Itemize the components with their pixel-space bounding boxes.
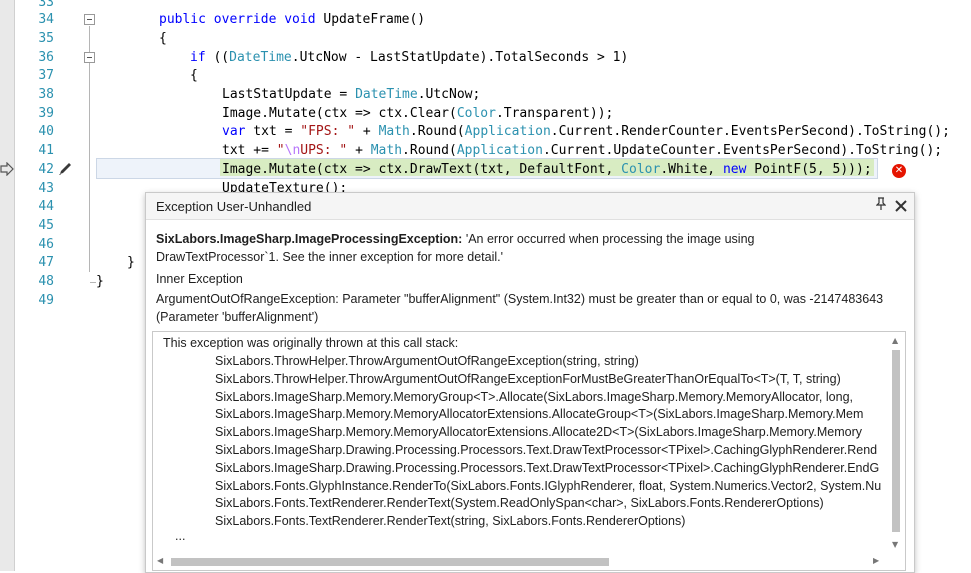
code-text: .Round( <box>402 143 457 158</box>
code-text: .UtcNow; <box>417 87 481 102</box>
code-line[interactable]: { <box>190 66 971 85</box>
line-number: 37 <box>38 68 54 83</box>
code-line-current[interactable]: Image.Mutate(ctx => ctx.DrawText(txt, De… <box>222 160 971 179</box>
code-string: "FPS: " <box>300 124 356 139</box>
code-type: Application <box>464 124 551 139</box>
code-type: DateTime <box>355 87 418 102</box>
call-stack-box[interactable]: This exception was originally thrown at … <box>152 331 906 571</box>
code-text: UpdateFrame() <box>315 12 426 27</box>
line-number: 49 <box>38 293 54 308</box>
stack-frame: SixLabors.ThrowHelper.ThrowArgumentOutOf… <box>215 354 639 368</box>
code-line[interactable]: var txt = "FPS: " + Math.Round(Applicati… <box>222 122 971 141</box>
scroll-up-arrow-icon[interactable]: ▲ <box>892 336 898 345</box>
close-icon[interactable] <box>894 195 908 217</box>
stack-frame: SixLabors.Fonts.GlyphInstance.RenderTo(S… <box>215 478 882 493</box>
indicator-margin <box>0 0 14 571</box>
code-keyword: var <box>222 124 246 139</box>
scroll-right-arrow-icon[interactable]: ▶ <box>873 556 879 565</box>
code-text: .Current.RenderCounter.EventsPerSecond).… <box>550 124 950 139</box>
stack-ellipsis: ... <box>175 529 186 543</box>
code-text: PointF(5, 5))); <box>746 162 872 177</box>
scroll-down-arrow-icon[interactable]: ▼ <box>892 540 898 549</box>
code-text: Image.Mutate(ctx => ctx.DrawText(txt, De… <box>222 162 622 177</box>
code-text: .Transparent)); <box>495 106 614 121</box>
code-type: Math <box>370 143 403 158</box>
code-line[interactable]: public override void UpdateFrame() <box>159 10 971 29</box>
line-number: 39 <box>38 106 54 121</box>
popup-header: Exception User-Unhandled <box>146 193 914 220</box>
exception-type: SixLabors.ImageSharp.ImageProcessingExce… <box>156 232 463 246</box>
stack-frame: SixLabors.ImageSharp.Drawing.Processing.… <box>215 460 880 475</box>
code-text: txt = <box>245 124 301 139</box>
code-string: UPS: " <box>300 143 348 158</box>
code-text: (( <box>205 50 230 65</box>
popup-title: Exception User-Unhandled <box>156 199 312 214</box>
call-stack-list: SixLabors.ThrowHelper.ThrowArgumentOutOf… <box>215 353 895 531</box>
code-keyword: public override void <box>159 12 316 27</box>
pin-icon[interactable] <box>875 197 887 214</box>
inner-exception-message: ArgumentOutOfRangeException: Parameter "… <box>156 292 884 324</box>
error-icon[interactable]: ✕ <box>892 164 906 178</box>
line-number: 48 <box>38 274 54 289</box>
stack-frame: SixLabors.ImageSharp.Memory.MemoryAlloca… <box>215 407 864 422</box>
code-text: .Round( <box>409 124 465 139</box>
collapse-toggle[interactable] <box>84 52 95 63</box>
code-line[interactable]: if ((DateTime.UtcNow - LastStatUpdate).T… <box>190 48 971 67</box>
line-number: 46 <box>38 237 54 252</box>
code-text: + <box>355 124 379 139</box>
code-type: Color <box>456 106 496 121</box>
code-text: .Mutate(ctx => ctx.Clear( <box>261 106 457 121</box>
line-number: 41 <box>38 143 54 158</box>
exception-helper-popup: Exception User-Unhandled SixLabors.Image… <box>145 192 915 573</box>
horizontal-scroll-thumb[interactable] <box>171 558 609 566</box>
margin-separator <box>14 0 15 571</box>
collapse-toggle[interactable] <box>84 14 95 25</box>
code-type: DateTime <box>229 50 292 65</box>
line-number: 40 <box>38 124 54 139</box>
line-number: 44 <box>38 199 54 214</box>
code-keyword: new <box>722 162 747 177</box>
code-text: .White, <box>660 162 723 177</box>
line-number: 36 <box>38 50 54 65</box>
inner-exception-label: Inner Exception <box>156 272 243 286</box>
scroll-left-arrow-icon[interactable]: ◀ <box>157 556 163 565</box>
line-number: 42 <box>38 162 54 177</box>
line-number: 35 <box>38 31 54 46</box>
code-text: LastStatUpdate = <box>222 87 356 102</box>
code-line[interactable]: { <box>159 29 971 48</box>
fold-guide <box>89 64 90 192</box>
code-text: Image <box>222 106 262 121</box>
line-number: 34 <box>38 12 54 27</box>
execution-arrow-icon <box>0 161 14 179</box>
line-number: 45 <box>38 218 54 233</box>
stack-frame: SixLabors.ThrowHelper.ThrowArgumentOutOf… <box>215 371 841 386</box>
code-type: Math <box>378 124 410 139</box>
code-type: Application <box>456 143 543 158</box>
stack-frame: SixLabors.Fonts.TextRenderer.RenderText(… <box>215 514 686 529</box>
code-text: .UtcNow - LastStatUpdate).TotalSeconds >… <box>291 50 629 65</box>
stack-frame: SixLabors.ImageSharp.Memory.MemoryAlloca… <box>215 425 863 440</box>
vertical-scrollbar[interactable]: ▲ ▼ <box>890 336 902 552</box>
code-line[interactable]: Image.Mutate(ctx => ctx.Clear(Color.Tran… <box>222 104 971 123</box>
code-line[interactable]: txt += "\nUPS: " + Math.Round(Applicatio… <box>222 141 971 160</box>
code-text: txt += <box>222 143 277 158</box>
code-line[interactable]: LastStatUpdate = DateTime.UtcNow; <box>222 85 971 104</box>
line-number: 43 <box>38 181 54 196</box>
code-escape: \n <box>284 143 301 158</box>
code-text: .Current.UpdateCounter.EventsPerSecond).… <box>542 143 943 158</box>
vertical-scroll-thumb[interactable] <box>892 350 900 532</box>
line-number: 38 <box>38 87 54 102</box>
line-number: 47 <box>38 255 54 270</box>
horizontal-scrollbar[interactable]: ◀ ▶ <box>157 554 885 568</box>
code-keyword: if <box>190 50 206 65</box>
code-type: Color <box>621 162 661 177</box>
exception-message: SixLabors.ImageSharp.ImageProcessingExce… <box>156 230 876 266</box>
code-string: " <box>276 143 285 158</box>
pencil-icon[interactable] <box>57 161 73 181</box>
stack-frame: SixLabors.ImageSharp.Memory.MemoryGroup<… <box>215 389 853 404</box>
stack-frame: SixLabors.Fonts.TextRenderer.RenderText(… <box>215 496 824 511</box>
call-stack-intro: This exception was originally thrown at … <box>163 336 459 350</box>
code-text: + <box>347 143 371 158</box>
stack-frame: SixLabors.ImageSharp.Drawing.Processing.… <box>215 442 878 457</box>
